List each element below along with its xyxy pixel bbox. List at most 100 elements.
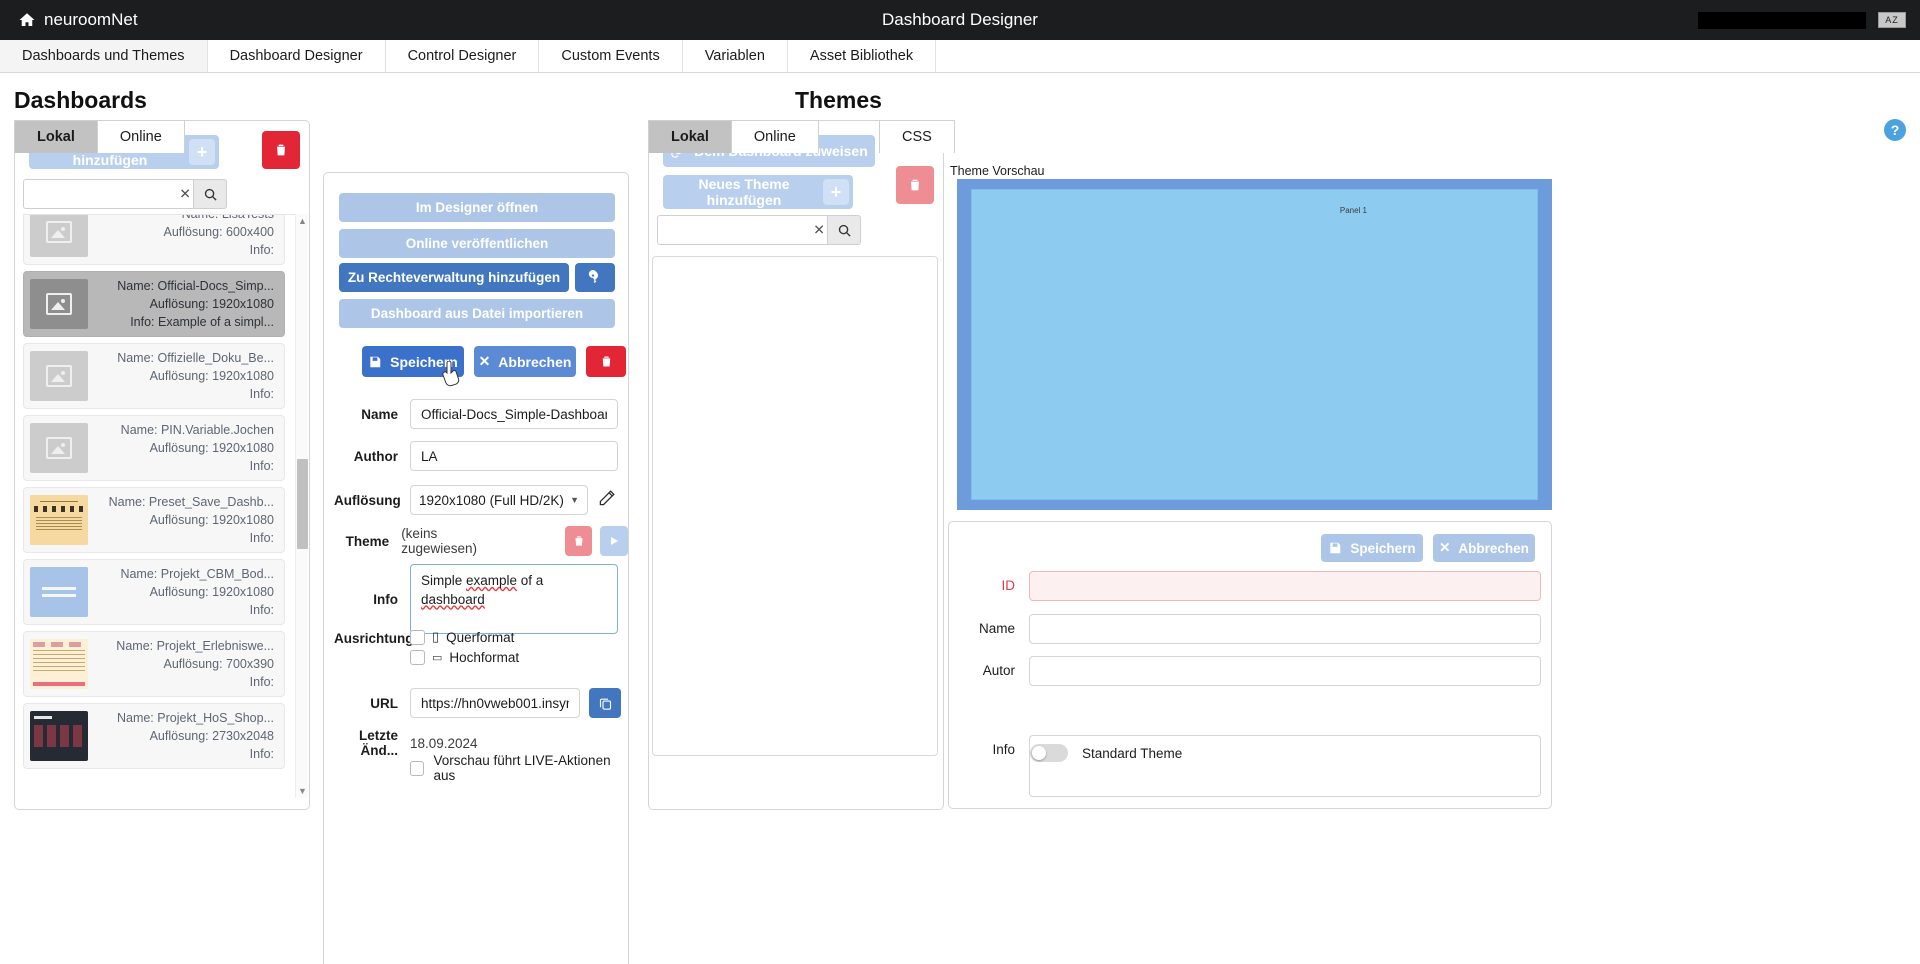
standard-theme-toggle[interactable] — [1030, 744, 1068, 762]
themes-tab-lokal[interactable]: Lokal — [648, 120, 731, 153]
dashboard-list-item[interactable]: Name: Offizielle_Doku_Be...Auflösung: 19… — [23, 343, 285, 409]
dashboard-item-resolution: Auflösung: 1920x1080 — [88, 367, 274, 385]
dashboard-list-item[interactable]: Name: PIN.Variable.JochenAuflösung: 1920… — [23, 415, 285, 481]
save-button[interactable]: Speichern — [362, 346, 464, 377]
standard-theme-toggle-row[interactable]: Standard Theme — [1030, 744, 1182, 762]
author-input[interactable] — [410, 441, 618, 471]
orientation-landscape-row[interactable]: ▯ Querformat — [410, 629, 519, 645]
key-icon[interactable] — [575, 263, 615, 292]
scroll-down-arrow[interactable]: ▼ — [296, 784, 309, 798]
info-textarea[interactable]: Simple example of a dashboard — [410, 564, 618, 634]
tab-dashboard-designer[interactable]: Dashboard Designer — [208, 40, 386, 72]
dashboard-item-resolution: Auflösung: 1920x1080 — [88, 511, 274, 529]
help-icon[interactable]: ? — [1884, 119, 1906, 141]
theme-author-input[interactable] — [1029, 656, 1541, 686]
dashboard-item-info: Info: — [88, 601, 274, 619]
dashboard-item-resolution: Auflösung: 700x390 — [88, 655, 274, 673]
save-disk-icon — [1328, 541, 1342, 555]
theme-list[interactable] — [652, 256, 938, 756]
tab-custom-events[interactable]: Custom Events — [539, 40, 682, 72]
import-dashboard-button[interactable]: Dashboard aus Datei importieren — [339, 299, 615, 328]
theme-form-buttons: Speichern ✕ Abbrechen — [1321, 534, 1535, 562]
tab-dashboards-und-themes[interactable]: Dashboards und Themes — [0, 40, 208, 72]
clear-x-icon[interactable]: ✕ — [813, 222, 825, 239]
portrait-checkbox[interactable] — [410, 650, 425, 665]
dashboard-list-item[interactable]: Name: Projekt_Erlebniswe...Auflösung: 70… — [23, 631, 285, 697]
theme-id-label: ID — [957, 571, 1029, 601]
clear-x-icon[interactable]: ✕ — [179, 186, 191, 203]
dashboard-list-item[interactable]: Name: Preset_Save_Dashb...Auflösung: 192… — [23, 487, 285, 553]
theme-search-row: ✕ — [657, 215, 861, 245]
theme-search-input[interactable] — [657, 215, 827, 245]
scroll-thumb[interactable] — [297, 459, 308, 549]
add-theme-button[interactable]: Neues Theme hinzufügen + — [663, 175, 853, 209]
dashboard-item-resolution: Auflösung: 1920x1080 — [88, 439, 274, 457]
dashboards-tab-lokal[interactable]: Lokal — [14, 120, 97, 153]
info-text-mid: of a — [517, 573, 543, 588]
main-nav-tabs: Dashboards und Themes Dashboard Designer… — [0, 40, 1920, 73]
themes-tab-css[interactable]: CSS — [879, 120, 955, 153]
name-input[interactable] — [410, 399, 618, 429]
url-label: URL — [334, 696, 410, 711]
theme-cancel-button[interactable]: ✕ Abbrechen — [1433, 534, 1535, 562]
dashboard-search-input[interactable] — [23, 179, 193, 209]
dashboard-thumbnail — [30, 279, 88, 329]
home-icon — [18, 11, 36, 29]
url-input[interactable] — [410, 688, 580, 718]
dashboard-item-meta: Name: Preset_Save_Dashb...Auflösung: 192… — [88, 493, 276, 547]
brand-logo[interactable]: neuroomNet — [18, 10, 138, 30]
tab-variablen[interactable]: Variablen — [683, 40, 788, 72]
theme-preview-frame: Panel 1 — [957, 179, 1552, 510]
tab-asset-bibliothek[interactable]: Asset Bibliothek — [788, 40, 936, 72]
themes-tab-online[interactable]: Online — [731, 120, 819, 153]
search-icon[interactable] — [827, 215, 861, 245]
theme-id-input[interactable] — [1029, 571, 1541, 601]
resolution-select[interactable]: 1920x1080 (Full HD/2K) ▼ — [410, 485, 588, 515]
delete-theme-button[interactable] — [896, 166, 934, 204]
tab-control-designer[interactable]: Control Designer — [386, 40, 540, 72]
theme-save-button[interactable]: Speichern — [1321, 534, 1423, 562]
field-url-row: URL — [334, 688, 621, 718]
search-icon[interactable] — [193, 179, 227, 209]
theme-delete-button[interactable] — [565, 526, 593, 556]
dashboard-list-item[interactable]: Name: Official-Docs_Simp...Auflösung: 19… — [23, 271, 285, 337]
field-name-row: Name — [334, 399, 618, 429]
dashboard-search-row: ✕ — [23, 179, 227, 209]
preview-panel-label: Panel 1 — [1340, 206, 1367, 215]
language-badge[interactable]: AZ — [1878, 12, 1906, 28]
live-preview-checkbox[interactable] — [410, 761, 424, 776]
portrait-glyph-icon: ▭ — [432, 651, 442, 664]
dashboard-thumbnail — [30, 711, 88, 761]
open-in-designer-button[interactable]: Im Designer öffnen — [339, 193, 615, 222]
delete-dashboard-button[interactable] — [262, 131, 300, 169]
delete-dashboard-details-button[interactable] — [586, 346, 626, 377]
orientation-portrait-row[interactable]: ▭ Hochformat — [410, 650, 519, 665]
dashboard-list[interactable]: Name: LisaTestsAuflösung: 600x400Info: Na… — [23, 214, 300, 798]
dashboards-tab-online[interactable]: Online — [97, 120, 185, 153]
dashboard-list-scrollbar[interactable]: ▲ ▼ — [295, 214, 308, 798]
dashboard-details-panel: Im Designer öffnen Online veröffentliche… — [323, 172, 629, 964]
details-action-buttons: Im Designer öffnen Online veröffentliche… — [339, 193, 615, 265]
theme-name-input[interactable] — [1029, 614, 1541, 644]
dashboard-list-item[interactable]: Name: Projekt_CBM_Bod...Auflösung: 1920x… — [23, 559, 285, 625]
cancel-button[interactable]: ✕ Abbrechen — [474, 346, 576, 377]
scroll-up-arrow[interactable]: ▲ — [296, 214, 309, 228]
dashboard-list-item[interactable]: Name: Projekt_HoS_Shop...Auflösung: 2730… — [23, 703, 285, 769]
image-placeholder-icon — [46, 221, 72, 243]
copy-url-button[interactable] — [589, 688, 621, 718]
image-placeholder-icon — [46, 437, 72, 459]
top-bar-right: AZ — [1698, 0, 1906, 40]
dashboard-item-meta: Name: Official-Docs_Simp...Auflösung: 19… — [88, 277, 276, 331]
live-preview-label: Vorschau führt LIVE-Aktionen aus — [433, 753, 628, 783]
add-to-rights-management-button[interactable]: Zu Rechteverwaltung hinzufügen — [339, 263, 569, 292]
publish-online-button[interactable]: Online veröffentlichen — [339, 229, 615, 258]
theme-preview-button[interactable] — [600, 526, 628, 556]
dashboard-list-item[interactable]: Name: LisaTestsAuflösung: 600x400Info: — [23, 214, 285, 265]
themes-tabs: Lokal Online — [648, 120, 819, 153]
theme-author-label: Autor — [957, 656, 1029, 686]
thumbnail-preview — [30, 639, 88, 689]
landscape-checkbox[interactable] — [410, 630, 425, 645]
info-text-misspelled-2: dashboard — [421, 592, 485, 607]
pencil-edit-icon[interactable] — [598, 488, 617, 512]
field-live-preview-row[interactable]: Vorschau führt LIVE-Aktionen aus — [410, 753, 628, 783]
